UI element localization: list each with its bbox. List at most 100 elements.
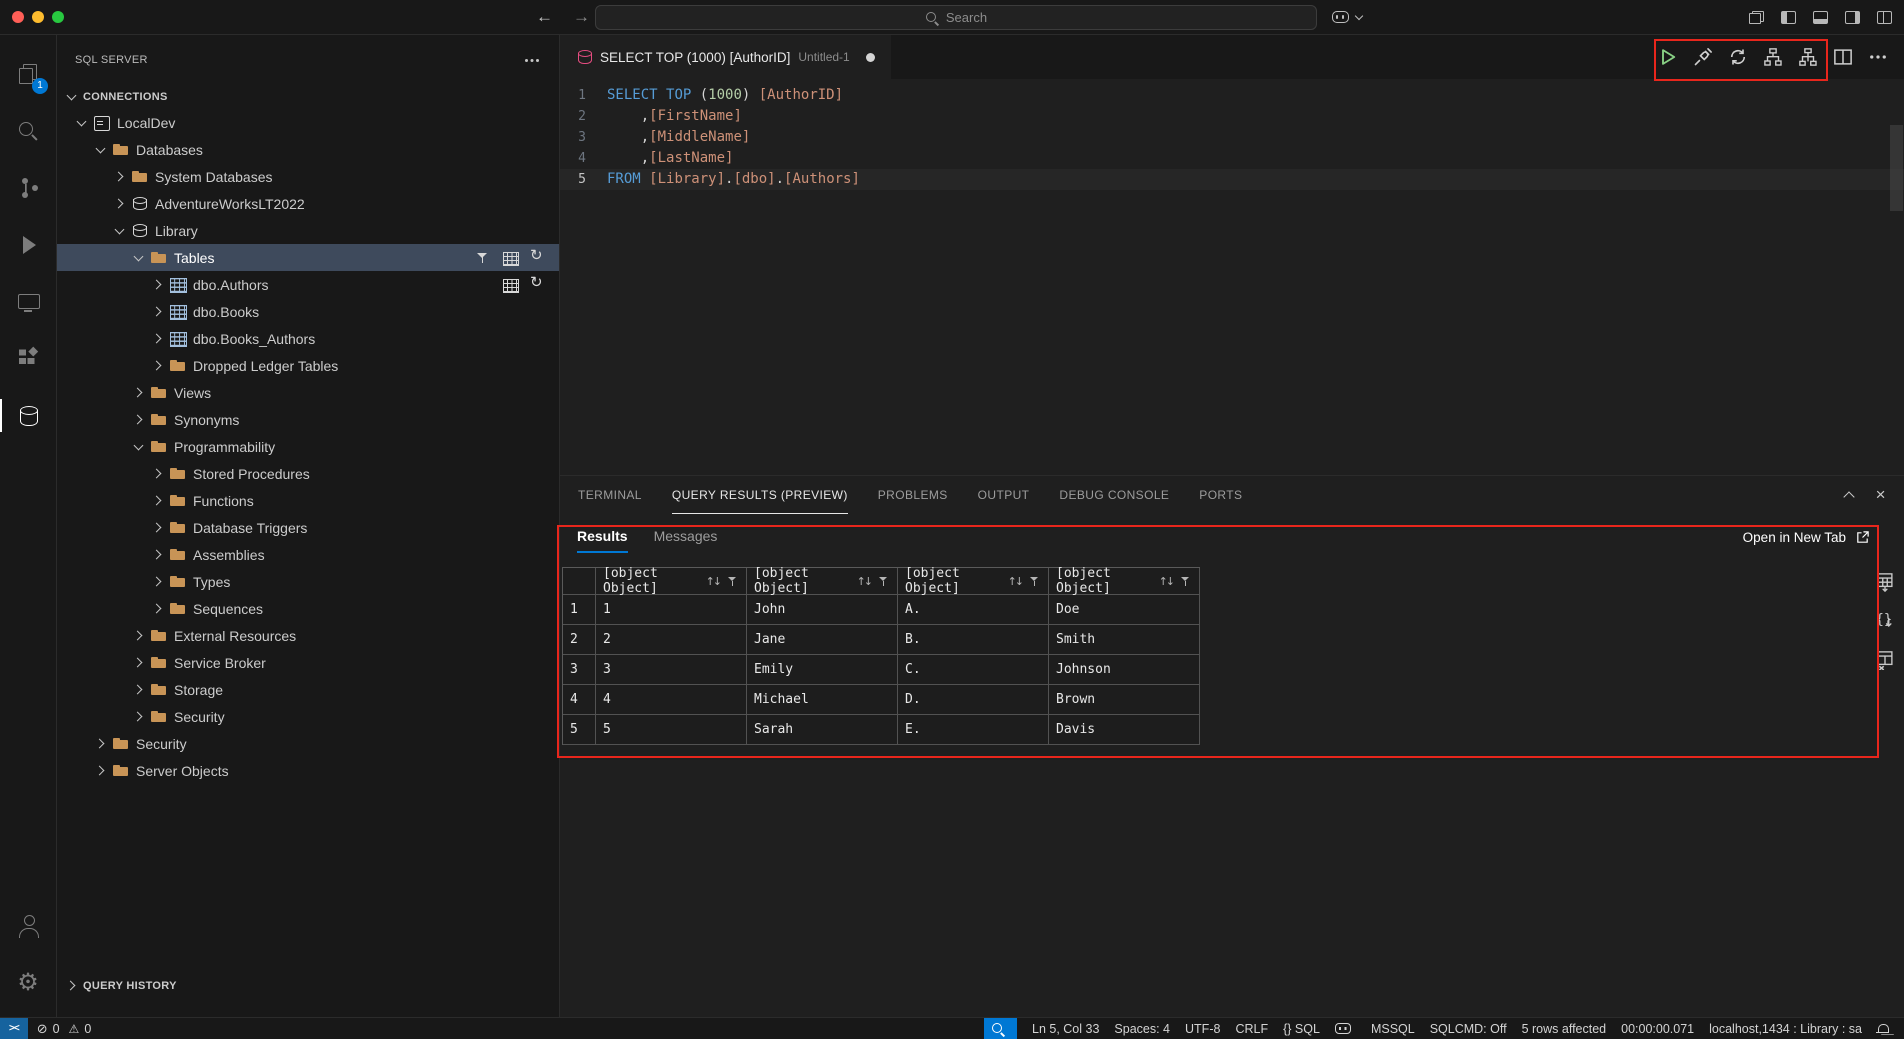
tree-item[interactable]: AdventureWorksLT2022 [57,190,559,217]
query-history-section-header[interactable]: QUERY HISTORY [57,971,559,1001]
table-cell[interactable]: Michael [747,685,898,715]
tree-item[interactable]: Databases [57,136,559,163]
tree-chevron-icon[interactable] [149,357,167,375]
filter-icon[interactable] [878,575,890,587]
panel-tab[interactable]: PORTS [1199,476,1242,514]
cursor-position[interactable]: Ln 5, Col 33 [1032,1018,1099,1039]
activity-accounts[interactable] [0,897,56,954]
table-cell[interactable]: Sarah [747,715,898,745]
activity-sql-server[interactable] [0,387,56,444]
tree-chevron-icon[interactable] [149,546,167,564]
row-number-cell[interactable]: 5 [563,715,596,745]
table-cell[interactable]: E. [898,715,1049,745]
eol[interactable]: CRLF [1235,1018,1268,1039]
more-actions-icon[interactable] [523,53,541,67]
more-actions-icon[interactable] [1868,47,1888,67]
tree-item[interactable]: Programmability [57,433,559,460]
results-tab[interactable]: Results [577,528,628,553]
table-cell[interactable]: Davis [1049,715,1200,745]
sqlcmd-status[interactable]: SQLCMD: Off [1430,1018,1507,1039]
tree-chevron-icon[interactable] [130,654,148,672]
tree-item[interactable]: Database Triggers [57,514,559,541]
tree-item[interactable]: External Resources [57,622,559,649]
tree-chevron-icon[interactable] [130,627,148,645]
table-row[interactable]: 2 2 Jane B. Smith [563,625,1200,655]
tree-chevron-icon[interactable] [92,735,110,753]
tree-chevron-icon[interactable] [149,573,167,591]
tree-chevron-icon[interactable] [149,600,167,618]
tree-item[interactable]: Tables [57,244,559,271]
tree-chevron-icon[interactable] [130,708,148,726]
close-panel-icon[interactable]: × [1876,488,1886,502]
table-row[interactable]: 4 4 Michael D. Brown [563,685,1200,715]
table-cell[interactable]: 5 [596,715,747,745]
code-editor[interactable]: 1 SELECT TOP (1000) [AuthorID] 2 ,[First… [560,79,1904,475]
editor-scrollbar[interactable] [1890,125,1903,211]
tree-item[interactable]: Security [57,703,559,730]
tree-chevron-icon[interactable] [130,411,148,429]
tree-item[interactable]: dbo.Authors [57,271,559,298]
sort-icon[interactable] [857,575,873,588]
grid-corner-cell[interactable] [563,568,596,595]
warnings-count[interactable]: 0 [69,1018,92,1039]
column-header[interactable]: [object Object] [747,568,898,595]
notifications[interactable] [1877,1018,1893,1039]
multi-window-icon[interactable] [1749,11,1764,24]
modified-indicator[interactable] [866,53,875,62]
toggle-secondary-sidebar-icon[interactable] [1845,11,1860,24]
sort-icon[interactable] [1008,575,1024,588]
split-editor-icon[interactable] [1833,47,1853,67]
run-query-icon[interactable] [1658,47,1678,67]
tree-item[interactable]: Storage [57,676,559,703]
column-header[interactable]: [object Object] [596,568,747,595]
table-row[interactable]: 3 3 Emily C. Johnson [563,655,1200,685]
panel-tab[interactable]: PROBLEMS [878,476,948,514]
tree-chevron-icon[interactable] [149,330,167,348]
tree-item[interactable]: Types [57,568,559,595]
table-cell[interactable]: Brown [1049,685,1200,715]
activity-remote-explorer[interactable] [0,273,56,330]
tree-chevron-icon[interactable] [130,681,148,699]
estimated-plan-icon[interactable] [1763,47,1783,67]
row-number-cell[interactable]: 3 [563,655,596,685]
column-header[interactable]: [object Object] [898,568,1049,595]
copilot-menu[interactable] [1332,11,1363,23]
filter-icon[interactable] [727,575,739,587]
toggle-panel-icon[interactable] [1813,11,1828,24]
tree-chevron-icon[interactable] [111,168,129,186]
connection-info[interactable]: localhost,1434 : Library : sa [1709,1018,1862,1039]
panel-tab[interactable]: DEBUG CONSOLE [1059,476,1169,514]
tree-item[interactable]: Assemblies [57,541,559,568]
table-cell[interactable]: D. [898,685,1049,715]
tree-item[interactable]: Security [57,730,559,757]
activity-extensions[interactable] [0,330,56,387]
tree-chevron-icon[interactable] [130,384,148,402]
row-number-cell[interactable]: 2 [563,625,596,655]
tree-item[interactable]: Dropped Ledger Tables [57,352,559,379]
tree-item[interactable]: Library [57,217,559,244]
rows-affected[interactable]: 5 rows affected [1522,1018,1607,1039]
tree-chevron-icon[interactable] [111,222,129,240]
query-duration[interactable]: 00:00:00.071 [1621,1018,1694,1039]
tree-chevron-icon[interactable] [111,195,129,213]
row-number-cell[interactable]: 4 [563,685,596,715]
zoom-status[interactable] [984,1018,1017,1039]
language-mode[interactable]: {} SQL [1283,1018,1320,1039]
maximize-panel-icon[interactable] [1842,488,1856,502]
tree-chevron-icon[interactable] [149,519,167,537]
close-window-button[interactable] [12,11,24,23]
back-arrow-icon[interactable]: ← [536,7,553,27]
forward-arrow-icon[interactable]: → [573,7,590,27]
toggle-sidebar-icon[interactable] [1781,11,1796,24]
tree-item[interactable]: Views [57,379,559,406]
tree-chevron-icon[interactable] [149,276,167,294]
row-number-cell[interactable]: 1 [563,595,596,625]
indentation[interactable]: Spaces: 4 [1114,1018,1170,1039]
table-row[interactable]: 5 5 Sarah E. Davis [563,715,1200,745]
table-cell[interactable]: Johnson [1049,655,1200,685]
panel-tab[interactable]: QUERY RESULTS (PREVIEW) [672,476,848,514]
activity-search[interactable] [0,102,56,159]
tree-chevron-icon[interactable] [149,465,167,483]
save-as-excel-icon[interactable] [1875,650,1895,670]
customize-layout-icon[interactable] [1877,11,1892,24]
